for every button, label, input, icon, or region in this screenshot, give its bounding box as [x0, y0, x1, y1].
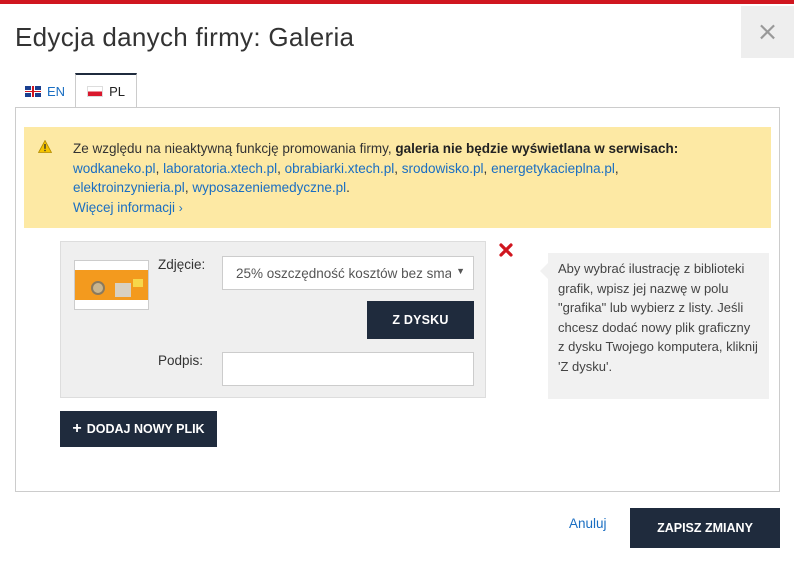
remove-x-icon[interactable] [498, 242, 514, 258]
chevron-right-icon: › [178, 200, 183, 215]
photo-label: Zdjęcie: [158, 257, 206, 272]
add-new-file-label: DODAJ NOWY PLIK [86, 422, 205, 436]
alert-text: Ze względu na nieaktywną funkcję promowa… [73, 141, 392, 156]
promotion-warning-alert: Ze względu na nieaktywną funkcję promowa… [24, 127, 771, 228]
gallery-item-box: Zdjęcie: 25% oszczędność kosztów bez sma… [60, 241, 486, 398]
plus-icon: + [72, 420, 82, 437]
warning-icon [38, 140, 52, 153]
caret-down-icon: ▼ [456, 266, 465, 276]
tab-pl-label: PL [109, 83, 125, 99]
flag-uk-icon [25, 85, 41, 97]
photo-select[interactable]: 25% oszczędność kosztów bez smarowania ▼ [222, 256, 474, 290]
close-button[interactable]: × [741, 6, 794, 58]
more-info-label: Więcej informacji [73, 199, 176, 215]
photo-thumbnail [74, 260, 149, 310]
flag-pl-icon [87, 85, 104, 97]
site-link-laboratoria[interactable]: laboratoria.xtech.pl [163, 161, 277, 176]
help-hint-box: Aby wybrać ilustrację z biblioteki grafi… [540, 253, 769, 399]
hint-text: Aby wybrać ilustrację z biblioteki grafi… [558, 261, 758, 374]
site-link-wyposazeniemedyczne[interactable]: wyposazeniemedyczne.pl [192, 180, 346, 195]
site-link-energetykacieplna[interactable]: energetykacieplna.pl [491, 161, 615, 176]
alert-bold-text: galeria nie będzie wyświetlana w serwisa… [395, 141, 679, 156]
from-disk-button[interactable]: Z DYSKU [367, 301, 474, 339]
modal-title: Edycja danych firmy: Galeria [15, 22, 355, 52]
site-link-obrabiarki[interactable]: obrabiarki.xtech.pl [285, 161, 395, 176]
add-new-file-button[interactable]: + DODAJ NOWY PLIK [60, 411, 217, 447]
save-changes-button[interactable]: ZAPISZ ZMIANY [630, 508, 780, 548]
caption-input[interactable] [222, 352, 474, 386]
more-info-link[interactable]: Więcej informacji › [73, 198, 183, 219]
photo-select-value: 25% oszczędność kosztów bez smarowania [236, 265, 451, 281]
tab-pl[interactable]: PL [75, 73, 137, 108]
top-accent-bar [0, 0, 794, 4]
site-link-elektroinzynieria[interactable]: elektroinzynieria.pl [73, 180, 185, 195]
language-tabs: EN PL [15, 73, 137, 108]
site-link-srodowisko[interactable]: srodowisko.pl [402, 161, 484, 176]
site-link-wodkaneko[interactable]: wodkaneko.pl [73, 161, 156, 176]
caption-label: Podpis: [158, 353, 204, 368]
tab-en[interactable]: EN [15, 74, 75, 108]
cancel-link[interactable]: Anuluj [569, 516, 607, 531]
tab-en-label: EN [47, 83, 66, 99]
